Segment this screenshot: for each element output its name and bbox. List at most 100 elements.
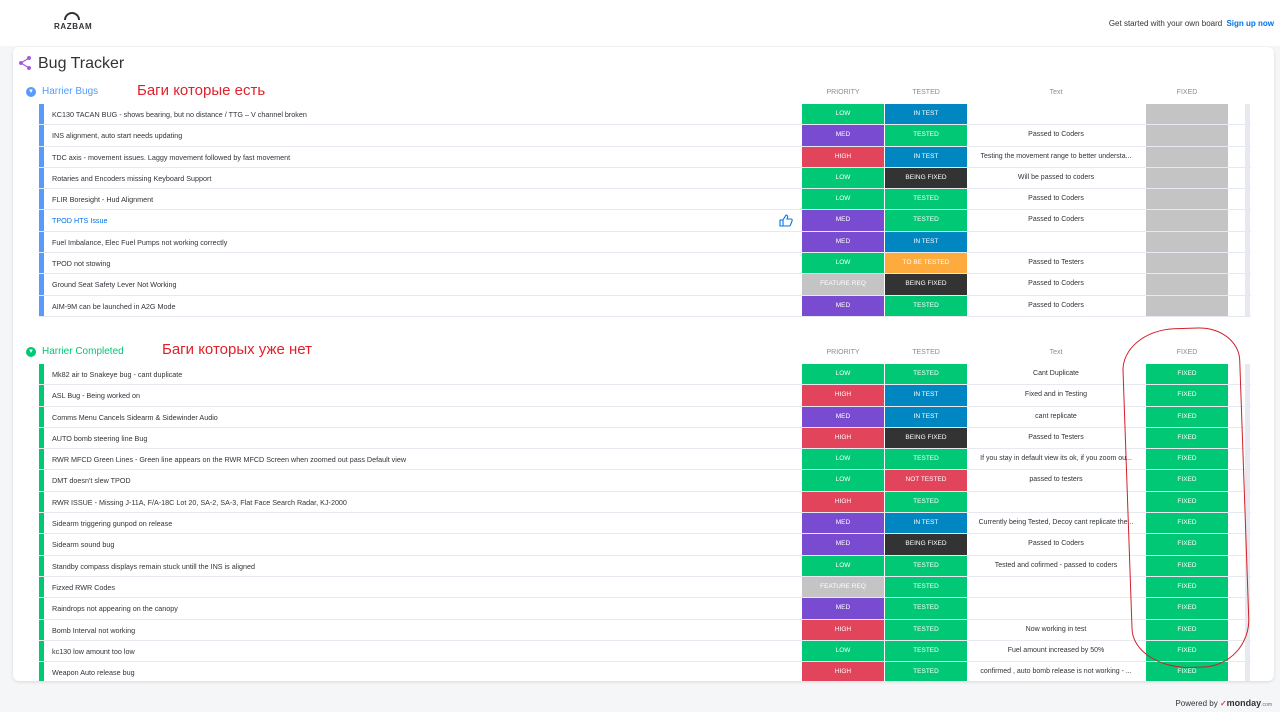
text-cell[interactable] bbox=[969, 492, 1143, 512]
tested-status-cell[interactable]: TESTED bbox=[885, 576, 967, 598]
priority-status-cell[interactable]: MED bbox=[802, 210, 884, 231]
fixed-status-cell[interactable] bbox=[1146, 231, 1228, 253]
tested-status-cell[interactable]: TESTED bbox=[885, 598, 967, 619]
text-cell[interactable] bbox=[969, 104, 1143, 124]
table-row[interactable]: RWR MFCD Green Lines - Green line appear… bbox=[39, 449, 1251, 471]
fixed-status-cell[interactable] bbox=[1146, 104, 1228, 125]
priority-status-cell[interactable]: MED bbox=[802, 513, 884, 534]
item-name[interactable]: Raindrops not appearing on the canopy bbox=[52, 598, 792, 619]
table-row[interactable]: KC130 TACAN BUG - shows bearing, but no … bbox=[39, 104, 1251, 126]
priority-status-cell[interactable]: LOW bbox=[802, 449, 884, 470]
tested-status-cell[interactable]: IN TEST bbox=[885, 513, 967, 534]
tested-status-cell[interactable]: IN TEST bbox=[885, 104, 967, 125]
column-header-text[interactable]: Text bbox=[969, 349, 1143, 356]
text-cell[interactable]: Fuel amount increased by 50% bbox=[969, 641, 1143, 661]
priority-status-cell[interactable]: LOW bbox=[802, 104, 884, 125]
item-name[interactable]: ASL Bug - Being worked on bbox=[52, 385, 792, 406]
tested-status-cell[interactable]: TESTED bbox=[885, 295, 967, 316]
table-row[interactable]: Mk82 air to Snakeye bug - cant duplicate… bbox=[39, 364, 1251, 386]
priority-status-cell[interactable]: HIGH bbox=[802, 146, 884, 167]
priority-status-cell[interactable]: MED bbox=[802, 406, 884, 427]
priority-status-cell[interactable]: HIGH bbox=[802, 385, 884, 406]
tested-status-cell[interactable]: BEING FIXED bbox=[885, 274, 967, 295]
text-cell[interactable]: Passed to Coders bbox=[969, 125, 1143, 145]
table-row[interactable]: Rotaries and Encoders missing Keyboard S… bbox=[39, 167, 1251, 190]
table-row[interactable]: Sidearm triggering gunpod on release MED I… bbox=[39, 513, 1251, 535]
text-cell[interactable]: Passed to Testers bbox=[969, 253, 1143, 273]
priority-status-cell[interactable]: LOW bbox=[802, 470, 884, 491]
tested-status-cell[interactable]: NOT TESTED bbox=[885, 470, 967, 491]
tested-status-cell[interactable]: TESTED bbox=[885, 491, 967, 513]
priority-status-cell[interactable]: HIGH bbox=[802, 662, 884, 681]
fixed-status-cell[interactable] bbox=[1146, 125, 1228, 146]
tested-status-cell[interactable]: BEING FIXED bbox=[885, 427, 967, 449]
item-name[interactable]: TPOD HTS Issue bbox=[52, 210, 792, 231]
item-name[interactable]: Fuel Imbalance, Elec Fuel Pumps not work… bbox=[52, 232, 792, 253]
monday-brand[interactable]: monday bbox=[1227, 698, 1262, 708]
text-cell[interactable]: If you stay in default view its ok, if y… bbox=[969, 449, 1143, 469]
tested-status-cell[interactable]: TESTED bbox=[885, 189, 967, 210]
text-cell[interactable]: Passed to Coders bbox=[969, 189, 1143, 209]
text-cell[interactable]: cant replicate bbox=[969, 407, 1143, 427]
priority-status-cell[interactable]: HIGH bbox=[802, 619, 884, 640]
item-name[interactable]: Weapon Auto release bug bbox=[52, 662, 792, 681]
item-name[interactable]: Fizxed RWR Codes bbox=[52, 577, 792, 598]
tested-status-cell[interactable]: TESTED bbox=[885, 449, 967, 470]
priority-status-cell[interactable]: MED bbox=[802, 598, 884, 619]
table-row[interactable]: INS alignment, auto start needs updating… bbox=[39, 125, 1251, 147]
column-header-tested[interactable]: TESTED bbox=[885, 89, 967, 96]
text-cell[interactable]: Tested and cofirmed - passed to coders bbox=[969, 556, 1143, 576]
group-title-harrier-completed[interactable]: Harrier Completed bbox=[42, 346, 124, 357]
thumbs-up-icon[interactable] bbox=[779, 214, 793, 232]
table-row[interactable]: kc130 low amount too low LOW TESTED Fuel am… bbox=[39, 640, 1251, 663]
table-row[interactable]: TPOD not stowing LOW TO BE TESTED Passed to… bbox=[39, 253, 1251, 275]
priority-status-cell[interactable]: LOW bbox=[802, 189, 884, 210]
text-cell[interactable]: Currently being Tested, Decoy cant repli… bbox=[969, 513, 1143, 533]
priority-status-cell[interactable]: FEATURE REQ bbox=[802, 274, 884, 295]
priority-status-cell[interactable]: LOW bbox=[802, 640, 884, 662]
text-cell[interactable]: Passed to Coders bbox=[969, 210, 1143, 230]
fixed-status-cell[interactable] bbox=[1146, 167, 1228, 189]
item-name[interactable]: FLIR Boresight - Hud Alignment bbox=[52, 189, 792, 210]
tested-status-cell[interactable]: TESTED bbox=[885, 619, 967, 640]
tested-status-cell[interactable]: TESTED bbox=[885, 364, 967, 385]
tested-status-cell[interactable]: TESTED bbox=[885, 555, 967, 576]
tested-status-cell[interactable]: TESTED bbox=[885, 125, 967, 146]
column-header-tested[interactable]: TESTED bbox=[885, 349, 967, 356]
text-cell[interactable]: Now working in test bbox=[969, 620, 1143, 640]
item-name[interactable]: AIM-9M can be launched in A2G Mode bbox=[52, 296, 792, 317]
table-row[interactable]: AUTO bomb steering line Bug HIGH BEING FIX… bbox=[39, 427, 1251, 450]
item-name[interactable]: Rotaries and Encoders missing Keyboard S… bbox=[52, 168, 792, 189]
column-header-text[interactable]: Text bbox=[969, 89, 1143, 96]
priority-status-cell[interactable]: LOW bbox=[802, 364, 884, 385]
fixed-status-cell[interactable] bbox=[1146, 210, 1228, 231]
text-cell[interactable] bbox=[969, 598, 1143, 618]
tested-status-cell[interactable]: TESTED bbox=[885, 662, 967, 681]
table-row[interactable]: Weapon Auto release bug HIGH TESTED confirm… bbox=[39, 662, 1251, 681]
tested-status-cell[interactable]: TESTED bbox=[885, 210, 967, 231]
fixed-status-cell[interactable] bbox=[1146, 295, 1228, 316]
chevron-down-icon[interactable]: ▾ bbox=[26, 347, 36, 357]
text-cell[interactable]: confirmed , auto bomb release is not wor… bbox=[969, 662, 1143, 681]
table-row[interactable]: Comms Menu Cancels Sidearm & Sidewinder … bbox=[39, 406, 1251, 428]
priority-status-cell[interactable]: LOW bbox=[802, 167, 884, 189]
tested-status-cell[interactable]: IN TEST bbox=[885, 385, 967, 406]
share-icon[interactable] bbox=[18, 55, 32, 71]
tested-status-cell[interactable]: IN TEST bbox=[885, 406, 967, 427]
item-name[interactable]: Comms Menu Cancels Sidearm & Sidewinder … bbox=[52, 407, 792, 428]
text-cell[interactable]: Will be passed to coders bbox=[969, 168, 1143, 188]
item-name[interactable]: KC130 TACAN BUG - shows bearing, but no … bbox=[52, 104, 792, 125]
sign-up-link[interactable]: Sign up now bbox=[1226, 19, 1274, 28]
item-name[interactable]: DMT doesn't slew TPOD bbox=[52, 470, 792, 491]
priority-status-cell[interactable]: MED bbox=[802, 295, 884, 316]
table-row[interactable]: Fuel Imbalance, Elec Fuel Pumps not work… bbox=[39, 231, 1251, 254]
table-row[interactable]: Bomb Interval not working HIGH TESTED Now w… bbox=[39, 619, 1251, 641]
priority-status-cell[interactable]: FEATURE REQ bbox=[802, 576, 884, 598]
table-row[interactable]: Fizxed RWR Codes FEATURE REQ TESTED FIXED bbox=[39, 576, 1251, 599]
fixed-status-cell[interactable] bbox=[1146, 274, 1228, 295]
tested-status-cell[interactable]: BEING FIXED bbox=[885, 534, 967, 555]
priority-status-cell[interactable]: MED bbox=[802, 231, 884, 253]
text-cell[interactable]: Passed to Coders bbox=[969, 534, 1143, 554]
group-title-harrier-bugs[interactable]: Harrier Bugs bbox=[42, 86, 98, 97]
item-name[interactable]: TPOD not stowing bbox=[52, 253, 792, 274]
